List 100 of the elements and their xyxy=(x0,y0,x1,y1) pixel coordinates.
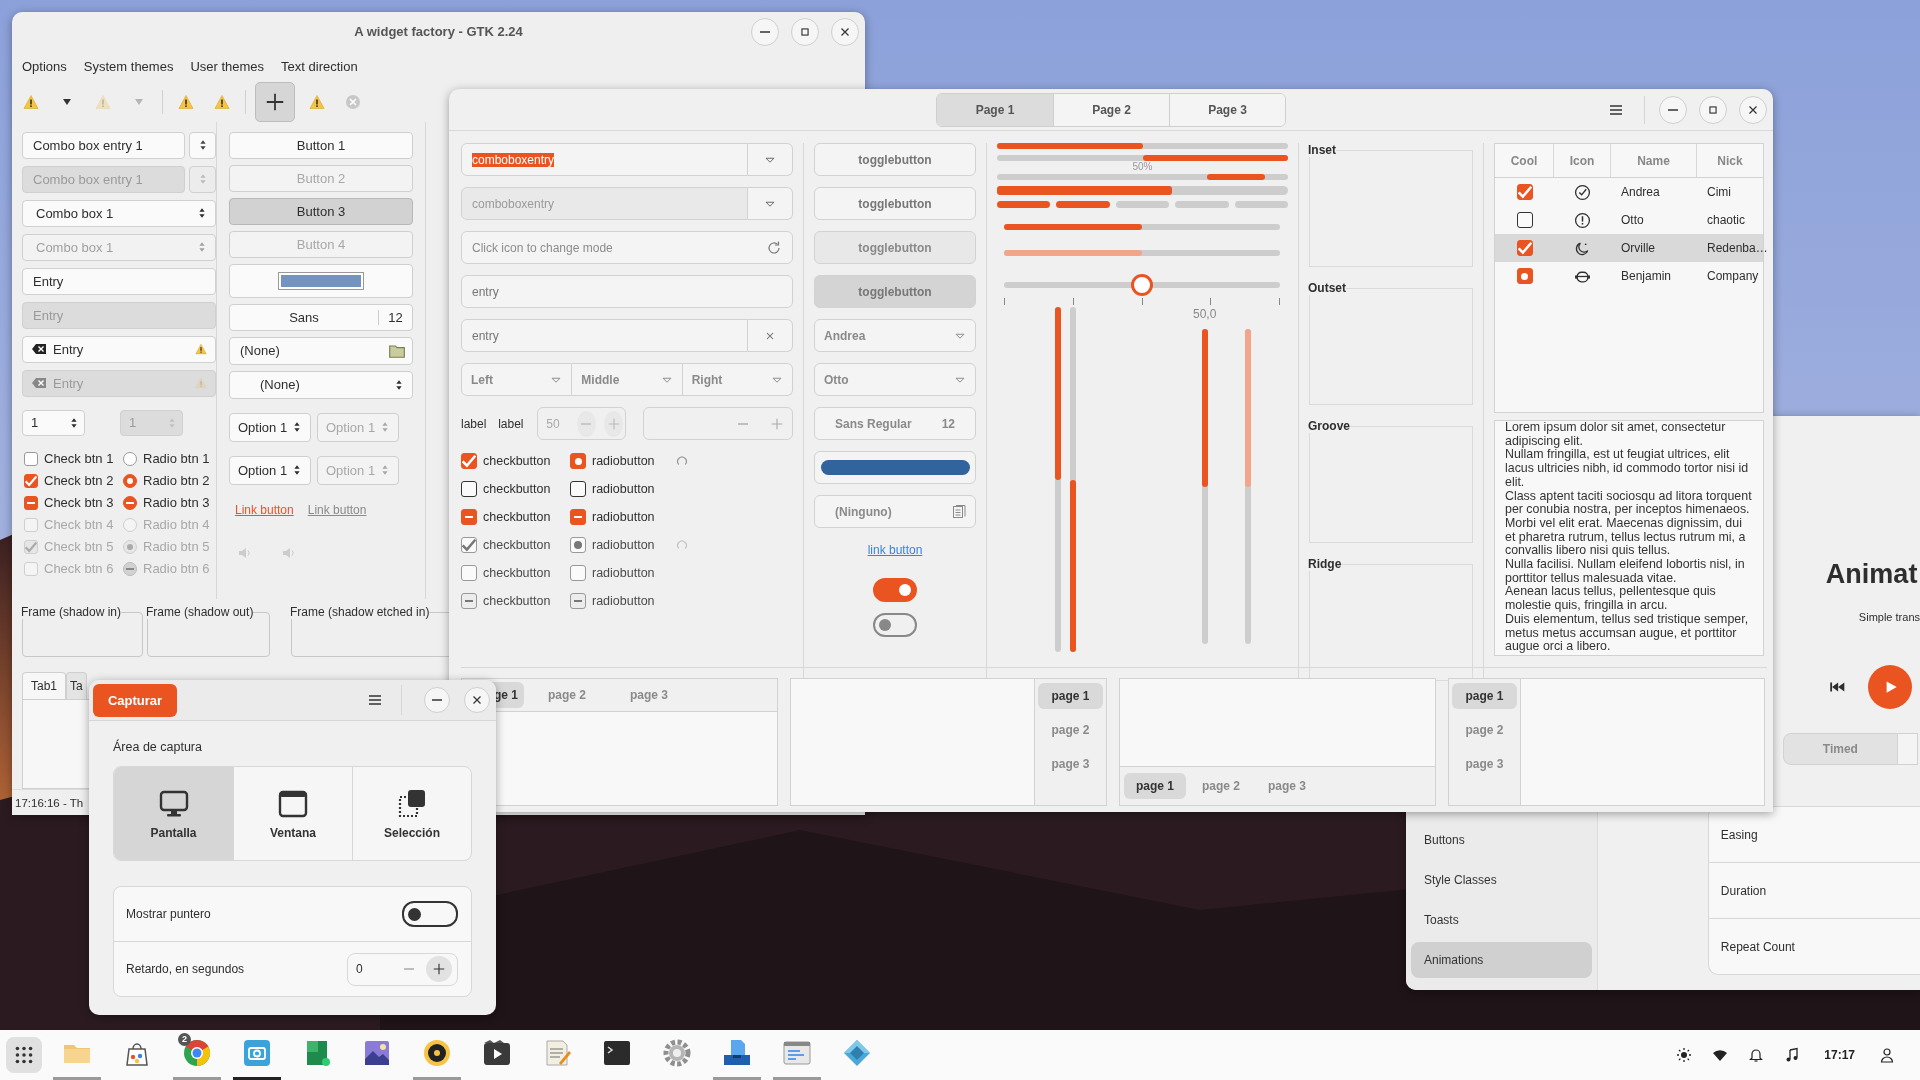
plus-button[interactable] xyxy=(426,956,452,982)
close-button[interactable] xyxy=(831,17,859,46)
switch[interactable] xyxy=(873,578,917,602)
table-row[interactable]: Otto chaotic xyxy=(1495,206,1763,234)
link[interactable]: Link button xyxy=(307,502,367,517)
toolbar-button[interactable] xyxy=(255,81,295,122)
toggle-button[interactable]: togglebutton xyxy=(814,143,976,176)
font-button[interactable]: Sans Regular 12 xyxy=(814,407,976,440)
text-field[interactable]: Entry xyxy=(53,341,189,357)
checkbox[interactable] xyxy=(461,481,477,497)
tab[interactable]: page 2 xyxy=(528,682,607,708)
combo-box[interactable]: Combo box 1 xyxy=(22,199,216,227)
text-field[interactable]: comboboxentry xyxy=(461,143,748,176)
mode-button[interactable]: Pantalla xyxy=(114,767,233,860)
combo-box[interactable]: Otto xyxy=(814,363,976,396)
music-note-icon[interactable] xyxy=(1784,1047,1801,1063)
sidebar-item[interactable]: Toasts xyxy=(1411,902,1592,938)
slider-track[interactable] xyxy=(1004,282,1280,288)
menu-item[interactable]: Text direction xyxy=(281,59,358,75)
checkbox[interactable] xyxy=(461,509,477,525)
tab[interactable]: page 3 xyxy=(610,682,689,708)
tab[interactable]: page 1 xyxy=(1452,683,1517,709)
checkbox[interactable] xyxy=(24,473,38,488)
color-button[interactable] xyxy=(814,451,976,484)
slider-track[interactable] xyxy=(1055,307,1061,652)
tab[interactable]: page 2 xyxy=(1038,717,1103,743)
combo-box[interactable]: Middle xyxy=(572,363,683,396)
menu-item[interactable]: User themes xyxy=(190,59,265,75)
menu-item[interactable]: System themes xyxy=(83,59,174,75)
wifi-icon[interactable] xyxy=(1712,1047,1729,1063)
sidebar-item[interactable]: Buttons xyxy=(1411,822,1592,858)
user-icon[interactable] xyxy=(1879,1047,1895,1063)
sidebar-item[interactable]: Animations xyxy=(1411,942,1592,978)
column-header[interactable]: Name xyxy=(1611,144,1697,177)
tab[interactable]: Ta xyxy=(66,672,87,700)
slider-thumb[interactable] xyxy=(1131,274,1153,296)
file-chooser-button[interactable]: (None) xyxy=(229,336,413,365)
checkbox[interactable] xyxy=(24,495,38,510)
refresh-icon[interactable] xyxy=(766,239,782,256)
list-row[interactable]: Duration xyxy=(1708,862,1920,918)
list-row[interactable]: Repeat Count xyxy=(1708,918,1920,974)
slider-track[interactable] xyxy=(1004,224,1280,230)
combo-box[interactable]: Left xyxy=(461,363,573,396)
brightness-icon[interactable] xyxy=(1676,1047,1693,1063)
dropdown-button[interactable] xyxy=(189,131,216,159)
link[interactable]: link button xyxy=(867,543,923,557)
entry-field[interactable]: Entry xyxy=(22,335,216,363)
link[interactable]: Link button xyxy=(235,502,294,517)
combo-box[interactable]: (None) xyxy=(229,370,413,399)
button[interactable]: Button 3 xyxy=(229,197,413,225)
spin-button[interactable]: Option 1 xyxy=(229,455,311,485)
radio-button[interactable] xyxy=(570,453,586,469)
checkbox[interactable] xyxy=(1516,184,1533,200)
text-field[interactable]: Click icon to change mode xyxy=(472,240,766,255)
slider-track[interactable] xyxy=(1070,307,1076,652)
tab[interactable]: page 2 xyxy=(1452,717,1517,743)
minimize-button[interactable] xyxy=(424,687,450,713)
font-button[interactable]: Sans 12 xyxy=(229,303,413,331)
minimize-button[interactable] xyxy=(751,17,779,46)
text-field[interactable]: Combo box entry 1 xyxy=(22,131,185,159)
text-field[interactable]: Entry xyxy=(22,267,216,295)
column-header[interactable]: Nick xyxy=(1697,144,1763,177)
checkbox[interactable] xyxy=(1516,212,1533,228)
tab[interactable]: page 3 xyxy=(1256,773,1319,799)
bell-icon[interactable] xyxy=(1748,1047,1765,1063)
button[interactable]: Button 1 xyxy=(229,131,413,159)
capture-button[interactable]: Capturar xyxy=(93,683,177,717)
sidebar-item[interactable]: Style Classes xyxy=(1411,862,1592,898)
list-row[interactable]: Easing xyxy=(1708,807,1920,862)
spin-field[interactable]: 1 xyxy=(22,409,85,436)
toggle-button[interactable]: togglebutton xyxy=(814,187,976,220)
tab[interactable]: Tab1 xyxy=(22,672,67,700)
spin-button[interactable]: Option 1 xyxy=(229,412,311,442)
entry-field[interactable]: Click icon to change mode xyxy=(461,231,793,264)
text-view[interactable] xyxy=(1494,420,1764,656)
play-button[interactable] xyxy=(1867,665,1912,709)
close-button[interactable] xyxy=(464,687,490,713)
radio-button[interactable] xyxy=(570,481,586,497)
close-button[interactable] xyxy=(1739,95,1767,124)
radio-button[interactable] xyxy=(1516,268,1533,284)
spin-field[interactable]: 0 xyxy=(347,952,458,986)
switch[interactable] xyxy=(402,901,458,927)
tab[interactable]: Page 1 xyxy=(937,93,1053,126)
combo-box[interactable]: Right xyxy=(682,363,793,396)
text-field[interactable]: entry xyxy=(461,319,748,352)
tab[interactable]: page 3 xyxy=(1452,751,1517,777)
color-button[interactable] xyxy=(229,263,413,298)
text-field[interactable]: 0 xyxy=(356,962,396,976)
file-chooser-button[interactable]: (Ninguno) xyxy=(814,495,976,528)
switch[interactable] xyxy=(873,613,917,637)
maximize-button[interactable] xyxy=(1699,95,1727,124)
tab[interactable]: page 1 xyxy=(1038,683,1103,709)
combo-box[interactable]: Andrea xyxy=(814,319,976,352)
tab[interactable]: Page 2 xyxy=(1053,93,1169,126)
tab[interactable]: page 3 xyxy=(1038,751,1103,777)
text-field[interactable]: entry xyxy=(461,275,793,308)
app-grid-button[interactable] xyxy=(6,1037,42,1073)
checkbox[interactable] xyxy=(1516,240,1533,256)
tab[interactable]: page 1 xyxy=(1124,773,1186,799)
checkbox[interactable] xyxy=(24,451,38,466)
